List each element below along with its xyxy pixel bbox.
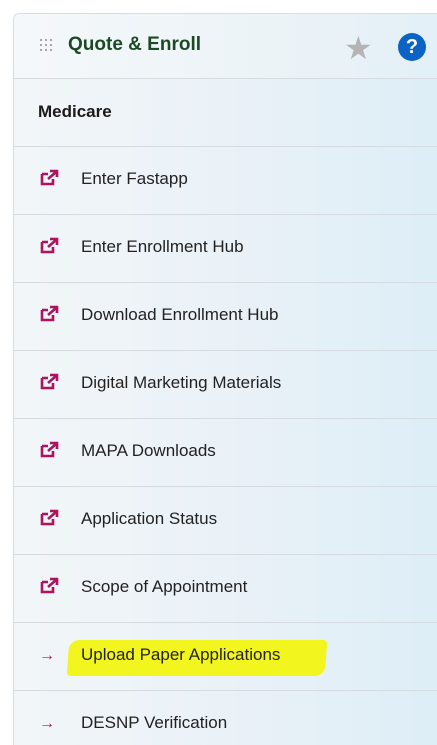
external-link-icon: [40, 509, 59, 526]
menu-item-upload-paper-applications[interactable]: → Upload Paper Applications: [14, 622, 437, 690]
help-icon[interactable]: ?: [398, 33, 426, 61]
menu-item-label: Application Status: [81, 509, 218, 528]
external-link-icon: [40, 237, 59, 254]
menu-item-enter-enrollment-hub[interactable]: Enter Enrollment Hub: [14, 214, 437, 282]
menu-item-label: DESNP Verification: [81, 713, 228, 732]
external-link-icon: [40, 373, 59, 390]
section-header-medicare: Medicare: [14, 78, 437, 146]
menu-item-mapa-downloads[interactable]: MAPA Downloads: [14, 418, 437, 486]
external-link-icon: [40, 305, 59, 322]
section-label: Medicare: [38, 102, 112, 121]
menu-item-digital-marketing-materials[interactable]: Digital Marketing Materials: [14, 350, 437, 418]
favorite-star-icon[interactable]: ★: [344, 32, 373, 64]
menu-item-application-status[interactable]: Application Status: [14, 486, 437, 554]
menu-item-download-enrollment-hub[interactable]: Download Enrollment Hub: [14, 282, 437, 350]
menu-item-label: Enter Fastapp: [81, 169, 188, 188]
arrow-right-icon: →: [39, 647, 55, 664]
panel-header: Quote & Enroll ★ ?: [14, 14, 437, 78]
quote-enroll-panel: Quote & Enroll ★ ? Medicare Enter Fastap…: [13, 13, 437, 745]
menu-item-enter-fastapp[interactable]: Enter Fastapp: [14, 146, 437, 214]
menu-item-label: Enter Enrollment Hub: [81, 237, 244, 256]
drag-handle-icon[interactable]: [40, 39, 56, 51]
external-link-icon: [40, 577, 59, 594]
menu-item-label: Download Enrollment Hub: [81, 305, 279, 324]
menu-item-label: Upload Paper Applications: [81, 645, 281, 664]
menu-item-scope-of-appointment[interactable]: Scope of Appointment: [14, 554, 437, 622]
menu-item-desnp-verification[interactable]: → DESNP Verification: [14, 690, 437, 745]
external-link-icon: [40, 441, 59, 458]
menu-item-label: Digital Marketing Materials: [81, 373, 282, 392]
menu-item-label: Scope of Appointment: [81, 577, 248, 596]
panel-title: Quote & Enroll: [68, 34, 201, 55]
arrow-right-icon: →: [39, 715, 55, 732]
external-link-icon: [40, 169, 59, 186]
menu-item-label: MAPA Downloads: [81, 441, 216, 460]
